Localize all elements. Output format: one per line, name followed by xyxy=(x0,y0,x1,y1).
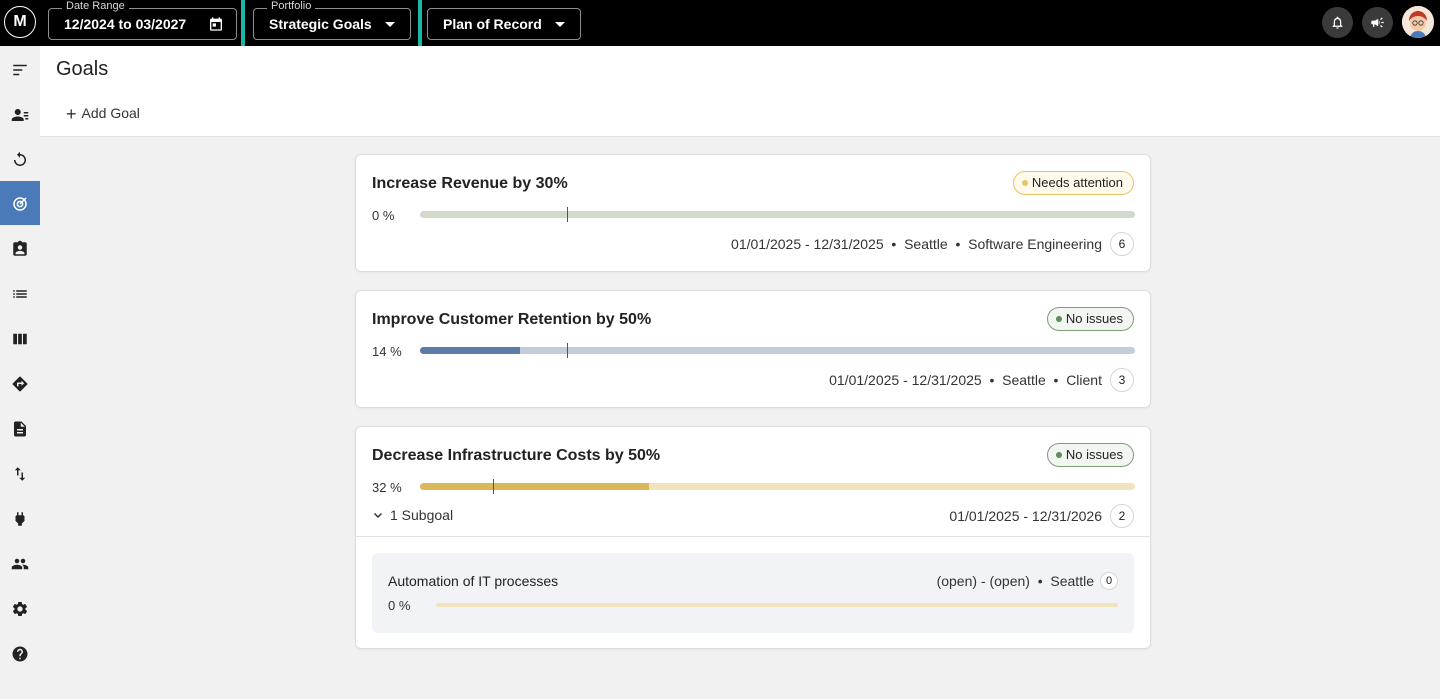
calendar-icon[interactable] xyxy=(208,16,224,32)
goal-card[interactable]: Increase Revenue by 30% Needs attention … xyxy=(355,154,1151,272)
plus-icon: + xyxy=(66,104,77,124)
status-label: No issues xyxy=(1065,311,1123,326)
sidebar-item-contacts[interactable] xyxy=(0,226,40,270)
subgoal-toggle[interactable]: 1 Subgoal xyxy=(372,507,453,523)
date-range-value: 12/2024 to 03/2027 xyxy=(64,16,187,32)
sidebar-item-help[interactable] xyxy=(0,631,40,675)
contact-card-icon xyxy=(13,240,27,256)
sidebar-item-board[interactable] xyxy=(0,316,40,360)
sidebar-item-integrations[interactable] xyxy=(0,496,40,540)
divider xyxy=(356,536,1150,537)
progress-fill xyxy=(420,483,649,490)
sidebar-item-cycle[interactable] xyxy=(0,137,40,181)
plan-value: Plan of Record xyxy=(443,16,542,32)
date-range-field[interactable]: Date Range 12/2024 to 03/2027 xyxy=(48,0,237,40)
today-marker xyxy=(567,343,568,358)
cycle-icon xyxy=(14,151,26,166)
status-dot xyxy=(1021,180,1028,186)
status-badge: Needs attention xyxy=(1012,171,1134,195)
goal-meta: 01/01/2025 - 12/31/2026 xyxy=(949,508,1102,524)
progress-bar xyxy=(420,483,1135,490)
top-bar: M Date Range 12/2024 to 03/2027 Portfoli… xyxy=(0,0,1440,61)
page-header: Goals + Add Goal xyxy=(40,46,1440,137)
list-icon xyxy=(13,290,27,298)
sidebar-item-people[interactable] xyxy=(0,92,40,136)
sidebar-item-document[interactable] xyxy=(0,406,40,450)
today-marker xyxy=(493,479,494,494)
progress-bar xyxy=(420,347,1135,354)
sidebar xyxy=(0,46,40,699)
goal-meta: 01/01/2025 - 12/31/2025 • Seattle • Soft… xyxy=(731,236,1102,252)
count-badge[interactable]: 6 xyxy=(1110,232,1134,256)
plan-select[interactable]: Plan of Record xyxy=(427,8,581,40)
status-badge: No issues xyxy=(1046,307,1134,331)
count-badge[interactable]: 2 xyxy=(1110,504,1134,528)
subgoal-meta: (open) - (open) • Seattle xyxy=(936,573,1094,589)
subgoal-count-label: 1 Subgoal xyxy=(390,507,454,523)
goal-title[interactable]: Improve Customer Retention by 50% xyxy=(372,311,651,329)
progress-bar xyxy=(420,211,1135,218)
count-badge[interactable]: 3 xyxy=(1110,368,1134,392)
progress-label: 14 % xyxy=(372,344,402,359)
status-dot xyxy=(1055,452,1062,458)
status-dot xyxy=(1055,316,1062,322)
notifications-button[interactable] xyxy=(1322,7,1353,38)
people-list-icon xyxy=(11,109,29,121)
sidebar-item-menu[interactable] xyxy=(0,47,40,91)
sidebar-item-team[interactable] xyxy=(0,541,40,585)
megaphone-icon xyxy=(1371,17,1384,28)
progress-label: 32 % xyxy=(372,480,402,495)
plug-icon xyxy=(15,512,25,526)
status-badge: No issues xyxy=(1046,443,1134,467)
progress-label: 0 % xyxy=(372,208,395,223)
swap-vertical-icon xyxy=(14,467,26,481)
progress-fill xyxy=(420,347,521,354)
board-icon xyxy=(13,333,27,345)
sidebar-item-list[interactable] xyxy=(0,271,40,315)
goal-title[interactable]: Decrease Infrastructure Costs by 50% xyxy=(372,447,660,465)
goal-meta: 01/01/2025 - 12/31/2025 • Seattle • Clie… xyxy=(829,372,1102,388)
bell-icon xyxy=(1332,16,1343,29)
date-range-legend: Date Range xyxy=(62,0,129,13)
subgoal-card[interactable]: Automation of IT processes (open) - (ope… xyxy=(372,553,1134,633)
subgoal-progress-label: 0 % xyxy=(388,598,411,613)
directions-icon xyxy=(12,376,28,392)
target-icon xyxy=(13,197,27,211)
subgoal-title[interactable]: Automation of IT processes xyxy=(388,573,558,589)
goal-card[interactable]: Decrease Infrastructure Costs by 50% No … xyxy=(355,426,1151,649)
add-goal-button[interactable]: + Add Goal xyxy=(66,104,140,125)
status-label: Needs attention xyxy=(1031,175,1123,190)
goal-card[interactable]: Improve Customer Retention by 50% No iss… xyxy=(355,290,1151,408)
avatar-image xyxy=(1402,6,1434,38)
gear-icon xyxy=(12,601,28,617)
subgoal-count-badge[interactable]: 0 xyxy=(1100,572,1118,590)
status-label: No issues xyxy=(1065,447,1123,462)
goal-title[interactable]: Increase Revenue by 30% xyxy=(372,175,568,193)
team-icon xyxy=(11,558,29,570)
help-icon xyxy=(12,646,28,662)
today-marker xyxy=(567,207,568,222)
sidebar-item-goals[interactable] xyxy=(0,181,40,225)
add-goal-label: Add Goal xyxy=(81,105,140,121)
page-title: Goals xyxy=(56,58,109,80)
subgoal-progress-bar xyxy=(436,603,1118,607)
app-logo[interactable]: M xyxy=(4,6,36,38)
user-avatar[interactable] xyxy=(1402,6,1434,38)
document-icon xyxy=(14,421,26,437)
announcements-button[interactable] xyxy=(1362,7,1393,38)
chevron-down-icon xyxy=(555,22,565,27)
sidebar-item-transfer[interactable] xyxy=(0,451,40,495)
sidebar-item-settings[interactable] xyxy=(0,586,40,630)
chevron-down-icon xyxy=(373,512,383,519)
sidebar-item-roadmap[interactable] xyxy=(0,361,40,405)
menu-icon xyxy=(13,64,27,76)
